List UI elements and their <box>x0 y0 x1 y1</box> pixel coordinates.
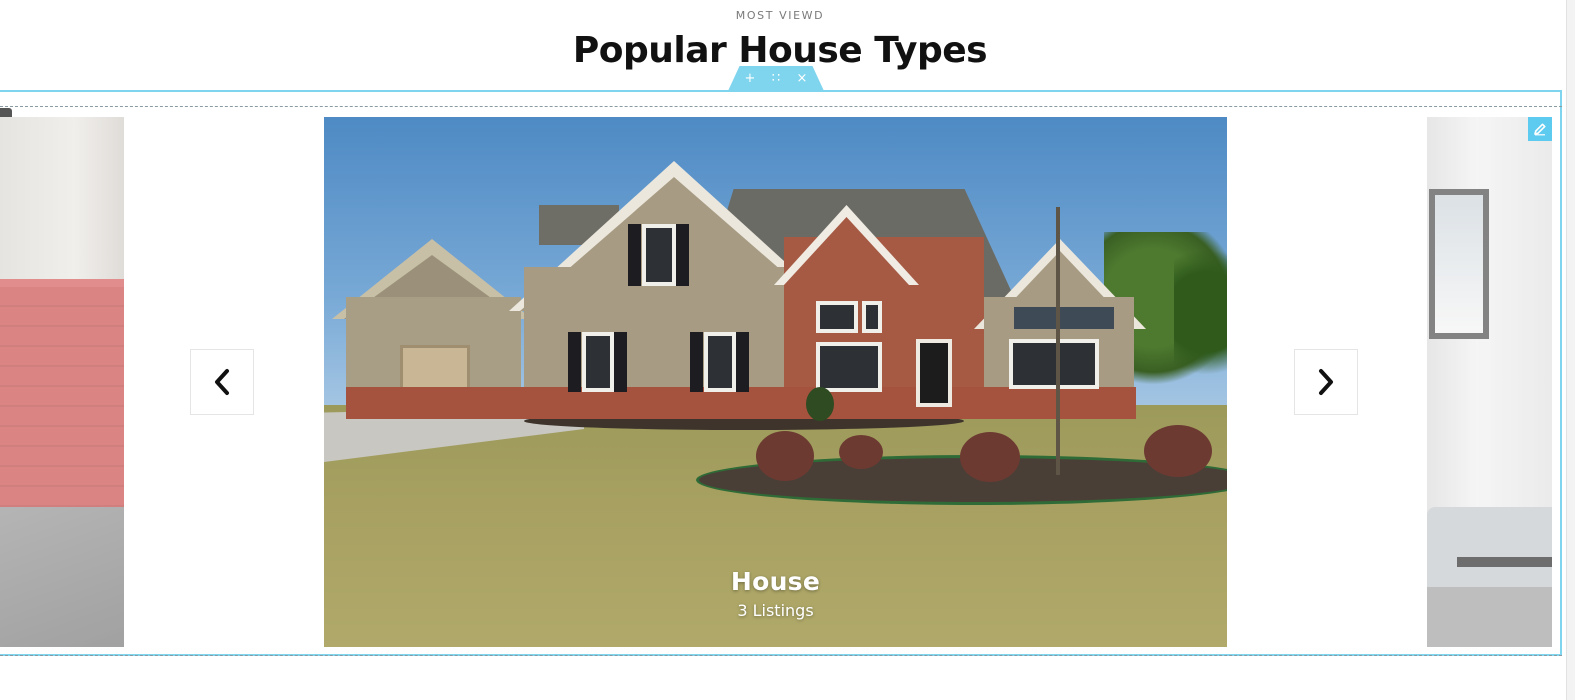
house-window <box>816 301 858 333</box>
house-shrub <box>960 432 1020 482</box>
add-section-button[interactable]: + <box>743 71 757 86</box>
slide-caption: House 3 Listings <box>324 567 1227 620</box>
slide-active[interactable]: House 3 Listings <box>324 117 1227 647</box>
edit-widget-button[interactable] <box>1528 117 1552 141</box>
house-shrub-evergreen <box>806 387 834 421</box>
section-title: Popular House Types <box>572 30 988 71</box>
house-shutter <box>676 224 689 286</box>
slider-prev-button[interactable] <box>190 349 254 415</box>
page: MOST VIEWD Popular House Types + ∷ × Hou… <box>0 0 1575 700</box>
slide-image-trees-2 <box>1174 237 1227 387</box>
house-shutter <box>614 332 627 392</box>
section-eyebrow: MOST VIEWD <box>735 9 825 22</box>
slide-image-tree-trunk <box>1056 207 1060 475</box>
page-scrollbar-track[interactable] <box>1566 0 1575 700</box>
house-window <box>582 332 614 392</box>
house-bay-roof <box>1014 307 1114 329</box>
house-shutter <box>628 224 641 286</box>
pencil-icon <box>1534 123 1546 136</box>
slide-dim-overlay <box>1427 117 1552 647</box>
house-shutter <box>568 332 581 392</box>
slide-dim-overlay <box>0 117 124 647</box>
slide-caption-title[interactable]: House <box>324 567 1227 596</box>
slide-next[interactable] <box>1427 117 1552 647</box>
house-shutter <box>690 332 703 392</box>
house-window <box>816 342 882 392</box>
chevron-right-icon <box>1319 369 1333 395</box>
move-section-handle[interactable]: ∷ <box>769 71 783 86</box>
slide-caption-count: 3 Listings <box>737 601 814 620</box>
house-window <box>642 224 676 286</box>
editor-section-toolbar: + ∷ × <box>728 66 824 91</box>
chevron-left-icon <box>215 369 229 395</box>
house-window <box>704 332 736 392</box>
house-shutter <box>736 332 749 392</box>
remove-section-button[interactable]: × <box>795 71 809 86</box>
slider-next-button[interactable] <box>1294 349 1358 415</box>
house-bay-window <box>1009 339 1099 389</box>
house-shrub <box>839 435 883 469</box>
house-window <box>862 301 882 333</box>
house-shrub <box>1144 425 1212 477</box>
house-shrub <box>756 431 814 481</box>
house-front-door <box>916 339 952 407</box>
slide-previous[interactable] <box>0 117 124 647</box>
